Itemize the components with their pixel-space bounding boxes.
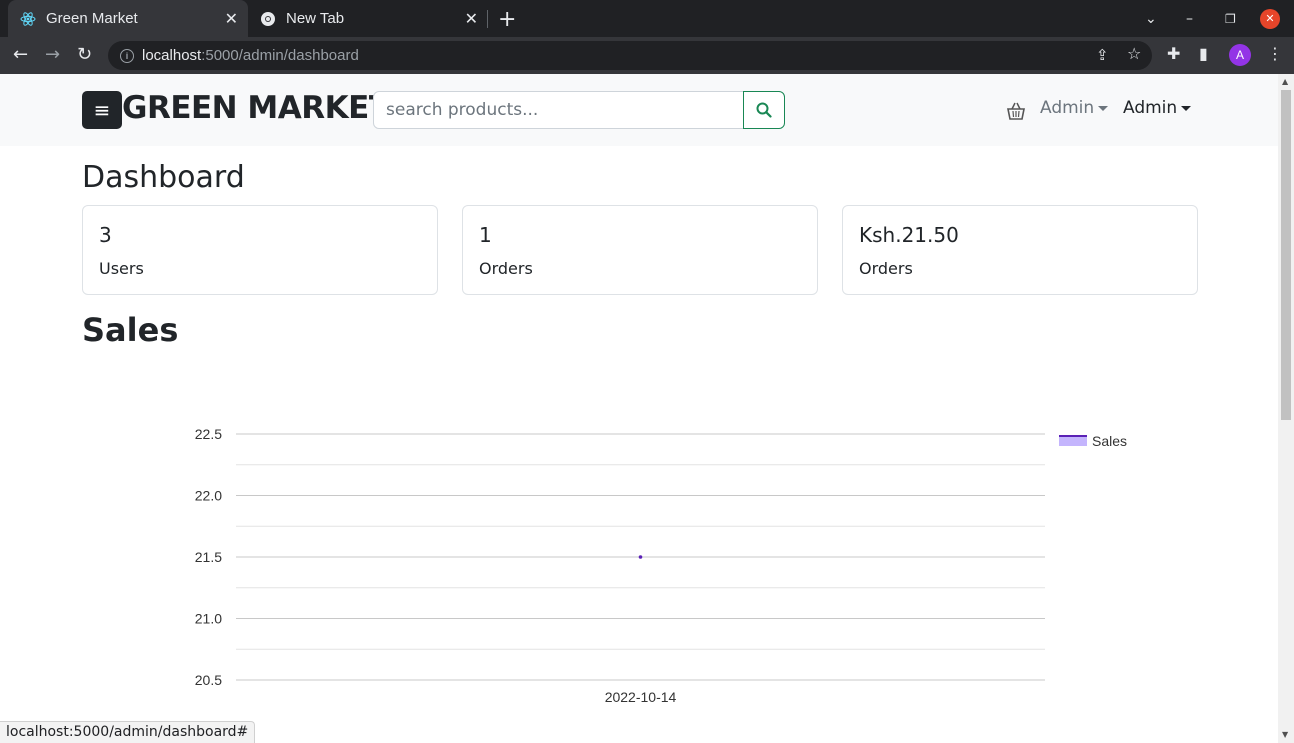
y-tick-label: 20.5 (195, 672, 222, 688)
tab-new-tab[interactable]: New Tab ✕ (248, 0, 488, 37)
url-path: :5000/admin/dashboard (201, 47, 359, 64)
chart-data-point (638, 555, 643, 559)
page-title: Dashboard (82, 160, 245, 195)
sales-chart: 22.5 22.0 21.5 21.0 20.5 2022-10-14 Sales (195, 426, 1127, 705)
x-tick-label: 2022-10-14 (605, 689, 677, 705)
brand-logo[interactable]: GREEN MARKET (122, 90, 390, 126)
restore-icon[interactable]: ❐ (1225, 0, 1236, 37)
legend-label: Sales (1092, 433, 1127, 449)
stat-value: Ksh.21.50 (859, 223, 959, 247)
stat-label: Orders (859, 259, 913, 278)
share-icon[interactable]: ⇪ (1096, 46, 1109, 64)
y-tick-label: 22.0 (195, 488, 222, 504)
stat-card-orders: 1 Orders (462, 205, 818, 295)
more-menu-icon[interactable]: ⋮ (1267, 44, 1283, 63)
new-tab-icon[interactable]: + (498, 7, 516, 32)
y-tick-label: 21.0 (195, 611, 222, 627)
address-bar[interactable]: i localhost:5000/admin/dashboard (108, 41, 1152, 70)
close-window-icon[interactable]: ✕ (1260, 0, 1280, 37)
page-scrollbar[interactable]: ▲ ▼ (1278, 74, 1294, 743)
y-tick-label: 22.5 (195, 426, 222, 442)
extensions-icon[interactable]: ✚ (1167, 44, 1180, 63)
site-navbar: ≡ GREEN MARKET search products... Admin … (0, 74, 1278, 146)
stat-card-users: 3 Users (82, 205, 438, 295)
caret-down-icon (1181, 105, 1192, 111)
reload-icon[interactable]: ↻ (77, 44, 92, 65)
tab-separator (487, 10, 488, 28)
scroll-down-icon[interactable]: ▼ (1282, 730, 1288, 739)
chrome-icon (260, 11, 276, 27)
forward-icon[interactable]: → (45, 44, 60, 65)
menu-toggle-button[interactable]: ≡ (82, 91, 122, 129)
url-host: localhost (142, 47, 202, 64)
sales-title: Sales (82, 311, 179, 349)
admin-dropdown-1[interactable]: Admin (1040, 98, 1109, 118)
status-bar-url: localhost:5000/admin/dashboard# (0, 721, 256, 743)
info-icon[interactable]: i (120, 48, 134, 63)
hamburger-icon: ≡ (93, 98, 111, 122)
scrollbar-thumb[interactable] (1281, 90, 1291, 420)
admin-dropdown-label: Admin (1040, 98, 1095, 118)
stat-value: 3 (99, 223, 112, 247)
browser-tab-bar: Green Market ✕ New Tab ✕ + ⌄ – ❐ ✕ (0, 0, 1294, 37)
search-icon (756, 102, 772, 118)
stat-value: 1 (479, 223, 492, 247)
tab-green-market[interactable]: Green Market ✕ (8, 0, 248, 37)
search-button[interactable] (743, 91, 785, 129)
admin-dropdown-label: Admin (1123, 98, 1178, 118)
tab-label: New Tab (286, 10, 345, 27)
stat-label: Orders (479, 259, 533, 278)
bookmark-star-icon[interactable]: ☆ (1127, 44, 1141, 63)
browser-toolbar: ← → ↻ i localhost:5000/admin/dashboard ⇪… (0, 37, 1294, 74)
minimize-icon[interactable]: – (1186, 0, 1193, 37)
back-icon[interactable]: ← (13, 44, 28, 65)
search-input[interactable]: search products... (373, 91, 744, 129)
side-panel-icon[interactable]: ▮ (1199, 44, 1208, 63)
basket-icon[interactable] (1006, 102, 1026, 120)
y-tick-label: 21.5 (195, 549, 222, 565)
stat-card-revenue: Ksh.21.50 Orders (842, 205, 1198, 295)
close-tab-icon[interactable]: ✕ (225, 9, 238, 29)
admin-dropdown-2[interactable]: Admin (1123, 98, 1192, 118)
react-icon (20, 11, 36, 27)
scroll-up-icon[interactable]: ▲ (1282, 77, 1288, 86)
legend-swatch (1059, 436, 1087, 446)
close-tab-icon[interactable]: ✕ (465, 9, 478, 29)
profile-avatar[interactable]: A (1229, 44, 1251, 66)
stat-label: Users (99, 259, 144, 278)
caret-down-icon (1098, 105, 1109, 111)
tab-label: Green Market (46, 10, 138, 27)
page: ≡ GREEN MARKET search products... Admin … (0, 74, 1278, 743)
tab-search-icon[interactable]: ⌄ (1145, 0, 1157, 37)
